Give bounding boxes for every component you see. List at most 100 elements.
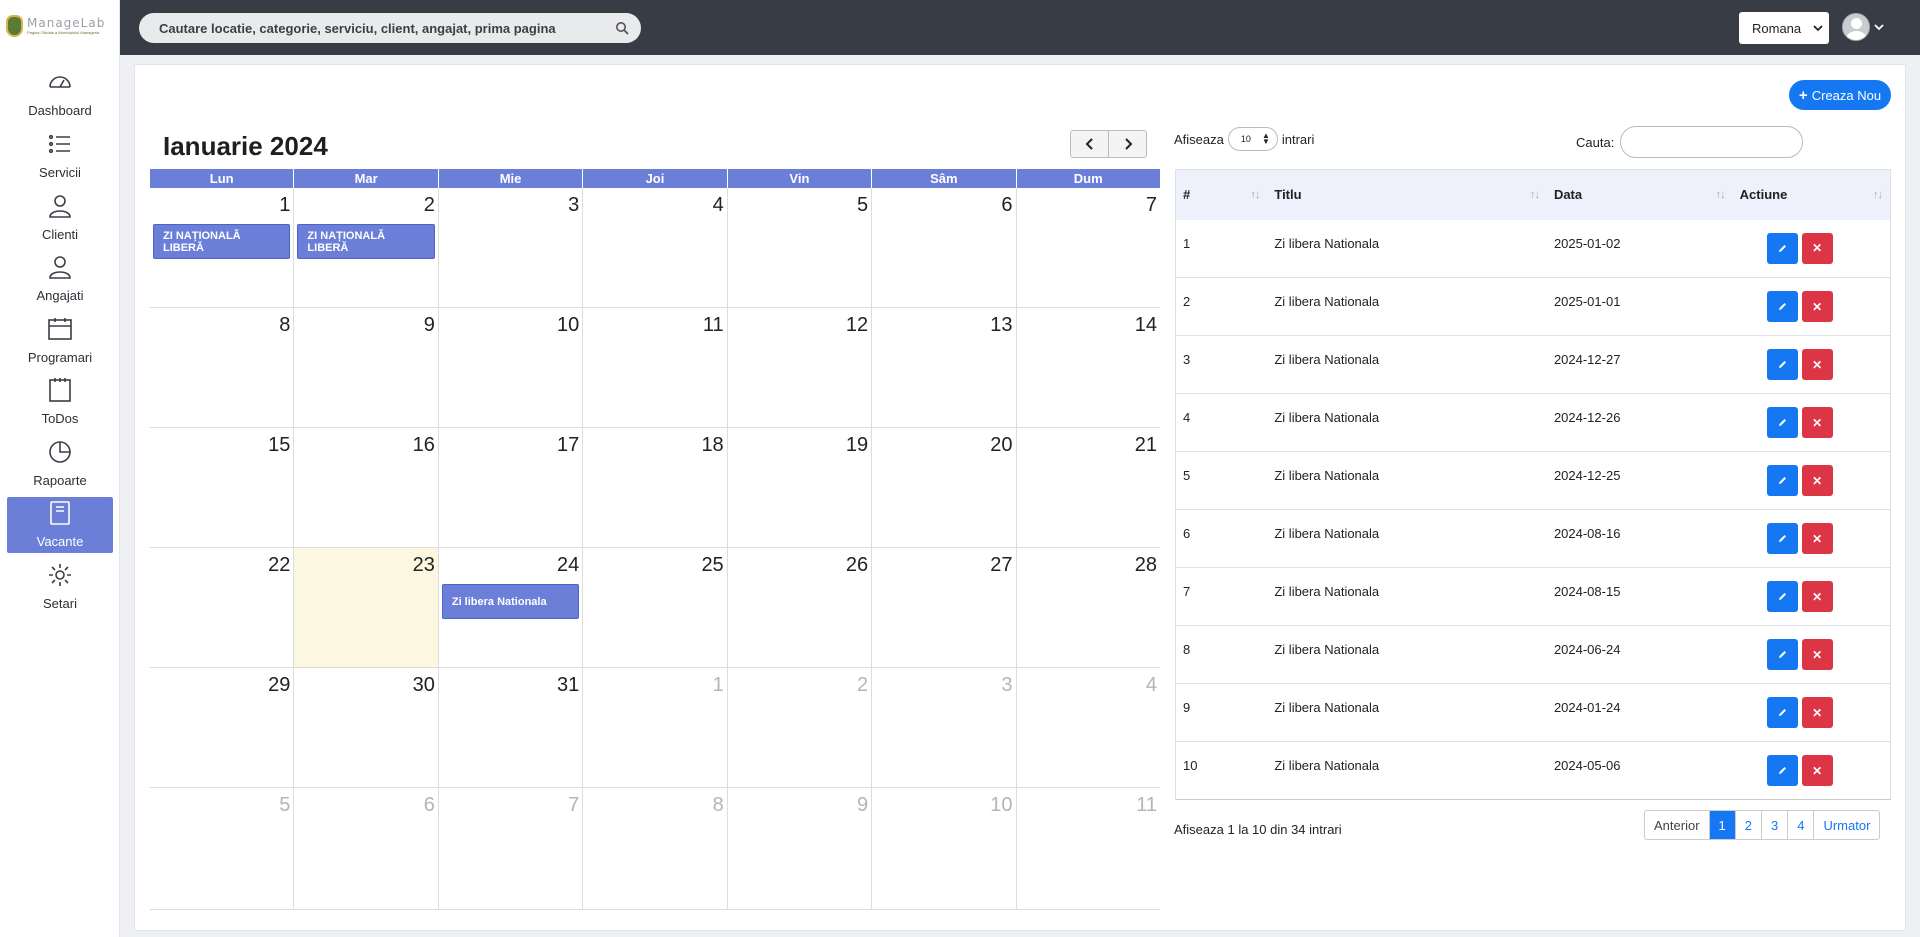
entries-select[interactable]: 10 ▲ ▼ [1227, 127, 1278, 151]
delete-button[interactable]: ✕ [1801, 232, 1833, 264]
calendar-day[interactable]: 10 [439, 308, 584, 427]
pencil-icon [1778, 303, 1786, 310]
edit-button[interactable] [1766, 639, 1798, 670]
calendar-event[interactable]: ZI NAȚIONALĂ LIBERĂ [297, 224, 435, 259]
prev-month-button[interactable] [1071, 131, 1108, 157]
page-button-current[interactable]: 1 [1709, 811, 1736, 839]
calendar-day[interactable]: 2 ZI NAȚIONALĂ LIBERĂ [294, 188, 439, 307]
table-search-input[interactable] [1620, 126, 1804, 158]
column-header[interactable]: Data ↑↓ [1546, 169, 1733, 220]
calendar-day-other-month[interactable]: 11 [1017, 788, 1160, 909]
calendar-day[interactable]: 21 [1017, 428, 1160, 547]
calendar-day[interactable]: 8 [150, 308, 295, 427]
calendar-day-other-month[interactable]: 2 [728, 668, 873, 787]
sidebar-item-vacante[interactable]: Vacante [7, 497, 113, 553]
language-select[interactable]: Romana [1739, 12, 1829, 44]
day-number: 8 [712, 794, 724, 816]
delete-button[interactable]: ✕ [1801, 639, 1833, 670]
sidebar-item-dashboard[interactable]: Dashboard [7, 66, 113, 122]
calendar-day-other-month[interactable]: 5 [150, 788, 295, 909]
edit-button[interactable] [1766, 407, 1798, 438]
create-new-button[interactable]: + Creaza Nou [1789, 80, 1891, 110]
edit-button[interactable] [1766, 465, 1798, 496]
calendar-day[interactable]: 11 [583, 308, 728, 427]
next-month-button[interactable] [1108, 131, 1146, 157]
delete-button[interactable]: ✕ [1801, 523, 1833, 554]
calendar-day[interactable]: 25 [583, 548, 728, 667]
calendar-day-other-month[interactable]: 3 [872, 668, 1017, 787]
edit-button[interactable] [1766, 291, 1798, 322]
close-icon: ✕ [1812, 241, 1823, 256]
row-id: 3 [1183, 352, 1191, 367]
calendar-day-other-month[interactable]: 1 [583, 668, 728, 787]
calendar-day-other-month[interactable]: 9 [728, 788, 873, 909]
sidebar-item-programari[interactable]: Programari [7, 313, 113, 369]
sidebar-item-clienti[interactable]: Clienti [7, 190, 113, 246]
calendar-day[interactable]: 12 [728, 308, 873, 427]
calendar-day[interactable]: 15 [150, 428, 295, 547]
calendar-day-other-month[interactable]: 6 [294, 788, 439, 909]
calendar-day[interactable]: 20 [872, 428, 1017, 547]
calendar-day[interactable]: 30 [294, 668, 439, 787]
edit-button[interactable] [1766, 697, 1798, 728]
calendar-day-other-month[interactable]: 7 [439, 788, 584, 909]
edit-button[interactable] [1766, 349, 1798, 380]
edit-button[interactable] [1766, 581, 1798, 612]
calendar-day[interactable]: 27 [872, 548, 1017, 667]
calendar-event[interactable]: ZI NAȚIONALĂ LIBERĂ [153, 224, 291, 259]
delete-button[interactable]: ✕ [1801, 581, 1833, 612]
calendar-event[interactable]: Zi libera Nationala [441, 584, 580, 619]
delete-button[interactable]: ✕ [1801, 349, 1833, 380]
page-button[interactable]: 2 [1736, 811, 1762, 839]
sidebar-item-angajati[interactable]: Angajati [7, 251, 113, 307]
calendar-day[interactable]: 14 [1017, 308, 1160, 427]
calendar-day[interactable]: 24 Zi libera Nationala [439, 548, 584, 667]
calendar-day[interactable]: 7 [1017, 188, 1160, 307]
calendar-day-other-month[interactable]: 4 [1017, 668, 1160, 787]
column-header[interactable]: Titlu ↑↓ [1267, 169, 1547, 220]
sidebar-item-servicii[interactable]: Servicii [7, 128, 113, 184]
column-header[interactable]: # ↑↓ [1175, 169, 1268, 220]
next-page-button[interactable]: Urmator [1814, 811, 1879, 839]
sidebar-item-setari[interactable]: Setari [7, 559, 113, 615]
calendar-day[interactable]: 1 ZI NAȚIONALĂ LIBERĂ [150, 188, 295, 307]
calendar-day[interactable]: 31 [439, 668, 584, 787]
delete-button[interactable]: ✕ [1801, 291, 1833, 322]
app-logo[interactable]: ManageLab Pagina Oficiala a Municipiului… [6, 10, 108, 42]
edit-button[interactable] [1766, 232, 1798, 264]
pencil-icon [1778, 593, 1786, 600]
delete-button[interactable]: ✕ [1801, 697, 1833, 728]
calendar-day-other-month[interactable]: 8 [583, 788, 728, 909]
calendar-day-other-month[interactable]: 10 [872, 788, 1017, 909]
calendar-day[interactable]: 5 [728, 188, 873, 307]
calendar-day[interactable]: 3 [439, 188, 584, 307]
calendar-day[interactable]: 4 [583, 188, 728, 307]
calendar-day[interactable]: 29 [150, 668, 295, 787]
search-input[interactable] [159, 20, 615, 36]
calendar-day[interactable]: 28 [1017, 548, 1160, 667]
page-button[interactable]: 3 [1762, 811, 1789, 839]
calendar-day[interactable]: 17 [439, 428, 584, 547]
search-icon[interactable] [615, 21, 629, 35]
calendar-day[interactable]: 22 [150, 548, 295, 667]
edit-button[interactable] [1766, 523, 1798, 554]
calendar-day[interactable]: 13 [872, 308, 1017, 427]
column-header[interactable]: Actiune ↑↓ [1732, 169, 1891, 220]
prev-page-button[interactable]: Anterior [1645, 811, 1710, 839]
user-menu[interactable] [1842, 13, 1884, 41]
calendar-day[interactable]: 18 [583, 428, 728, 547]
page-button[interactable]: 4 [1788, 811, 1815, 839]
delete-button[interactable]: ✕ [1801, 407, 1833, 438]
delete-button[interactable]: ✕ [1801, 755, 1833, 786]
sidebar-item-label: Vacante [36, 534, 84, 549]
calendar-day-today[interactable]: 23 [294, 548, 439, 667]
sidebar-item-rapoarte[interactable]: Rapoarte [7, 436, 113, 492]
calendar-day[interactable]: 19 [728, 428, 873, 547]
delete-button[interactable]: ✕ [1801, 465, 1833, 496]
calendar-day[interactable]: 9 [294, 308, 439, 427]
calendar-day[interactable]: 16 [294, 428, 439, 547]
sidebar-item-todos[interactable]: ToDos [7, 374, 113, 430]
calendar-day[interactable]: 6 [872, 188, 1017, 307]
calendar-day[interactable]: 26 [728, 548, 873, 667]
edit-button[interactable] [1766, 755, 1798, 786]
